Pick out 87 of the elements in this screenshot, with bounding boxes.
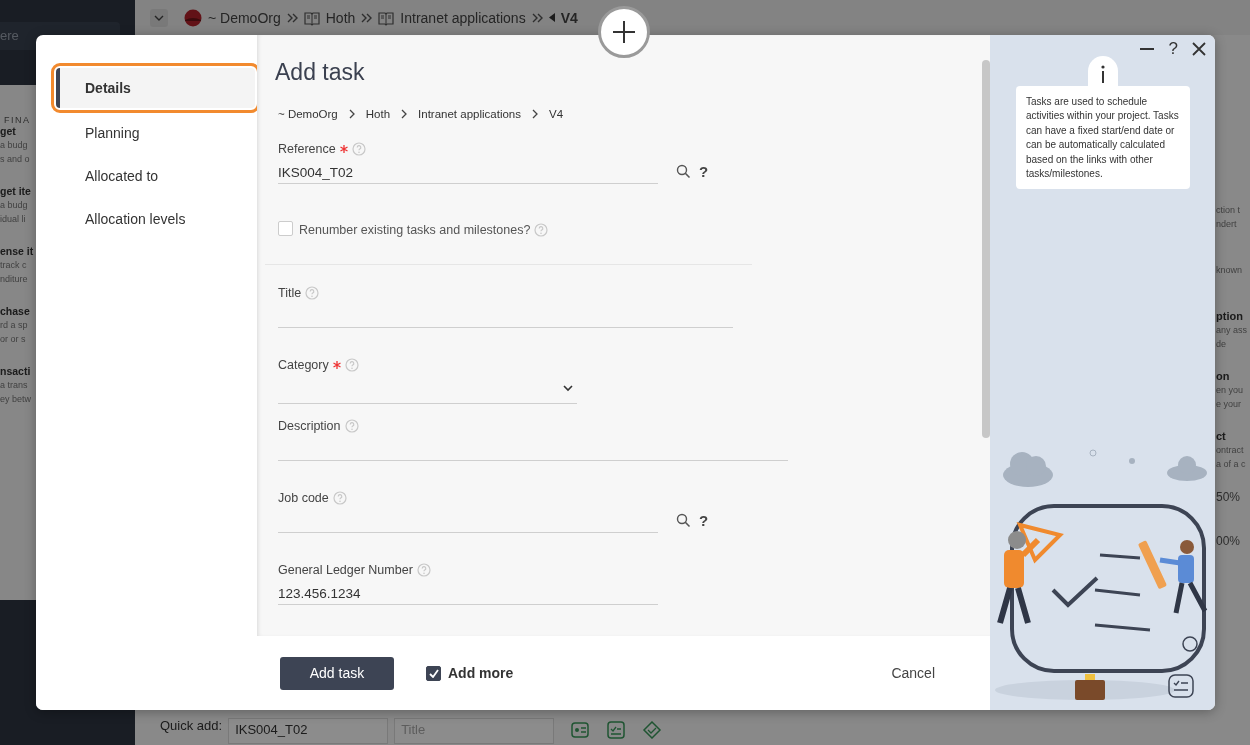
breadcrumb-link[interactable]: V4 <box>549 108 564 120</box>
double-chevron-icon <box>531 12 543 23</box>
menu-item-description: any ass <box>1216 325 1249 337</box>
field-label: Title <box>278 286 302 300</box>
help-icon[interactable] <box>416 563 431 577</box>
plus-icon <box>612 20 636 44</box>
info-icon <box>1100 65 1106 83</box>
help-icon[interactable] <box>332 491 347 505</box>
field-label: General Ledger Number <box>278 563 413 577</box>
chevron-right-icon <box>347 109 356 119</box>
quick-add-label: Quick add: <box>160 718 223 733</box>
caret-left-icon <box>548 13 555 22</box>
help-button[interactable]: ? <box>1168 39 1178 59</box>
menu-item-title[interactable]: ense it <box>0 245 36 260</box>
section-heading: FINA <box>3 115 32 125</box>
checkmark-icon <box>428 668 439 678</box>
menu-item-description: rd a sp <box>0 320 29 332</box>
reference-field[interactable]: IKS004_T02 <box>228 718 389 744</box>
card-icon[interactable] <box>570 721 591 739</box>
dialog-title: Add task <box>275 59 366 87</box>
menu-item-title[interactable]: nsacti <box>0 365 36 380</box>
percent-value: 50% <box>1216 490 1242 506</box>
toggle-button[interactable] <box>150 8 168 27</box>
close-icon <box>1192 42 1206 56</box>
double-chevron-icon <box>361 12 373 23</box>
help-icon[interactable] <box>534 223 549 237</box>
menu-item-title[interactable]: get ite <box>0 185 36 200</box>
menu-item-description: ndert <box>1216 219 1238 231</box>
menu-item-description: idual li <box>0 214 27 226</box>
input-field[interactable]: IKS004_T02 <box>278 158 658 184</box>
help-icon[interactable] <box>344 358 359 372</box>
field-label: Job code <box>278 491 329 505</box>
checklist-button[interactable] <box>1168 674 1194 698</box>
book-icon <box>303 9 320 26</box>
info-text: Tasks are used to schedule activities within your project. Tasks can have a fixed start/end date or can be automatically calculated based on the links with other tasks/milestones. <box>1016 86 1190 190</box>
menu-item-description: ontract <box>1216 445 1245 457</box>
search-icon[interactable] <box>676 163 691 179</box>
search-icon[interactable] <box>676 512 691 528</box>
help-link[interactable]: ? <box>699 511 709 529</box>
menu-item-description: known <box>1216 265 1243 277</box>
breadcrumb-link[interactable]: V4 <box>560 9 578 26</box>
breadcrumb-link[interactable]: Hoth <box>365 108 391 120</box>
checklist-icon[interactable] <box>606 721 627 739</box>
breadcrumb-link[interactable]: ~ DemoOrg <box>208 9 281 26</box>
menu-item-title[interactable]: ct <box>1216 430 1250 445</box>
checklist-icon <box>1168 674 1194 698</box>
percent-value: 00% <box>1216 534 1242 550</box>
menu-item-title[interactable]: on <box>1216 370 1250 385</box>
menu-item-title[interactable]: get <box>0 125 36 140</box>
chevron-right-icon <box>400 109 409 119</box>
double-chevron-icon <box>286 12 298 23</box>
field-label: Reference <box>278 142 336 156</box>
input-field[interactable]: 123.456.1234 <box>278 579 658 605</box>
chevron-right-icon <box>531 109 539 119</box>
help-icon[interactable] <box>344 419 359 433</box>
org-avatar-icon <box>184 8 202 27</box>
breadcrumb-link[interactable]: Intranet applications <box>418 108 521 120</box>
checkbox-label: Add more <box>448 665 514 681</box>
breadcrumb-link[interactable]: ~ DemoOrg <box>278 108 338 120</box>
field-label: Category <box>278 358 329 372</box>
menu-item-description: s and o <box>0 154 31 166</box>
breadcrumb-link[interactable]: Hoth <box>325 9 356 26</box>
help-icon[interactable] <box>305 286 320 300</box>
menu-item-description: de <box>1216 339 1227 351</box>
breadcrumb-link[interactable]: Intranet applications <box>400 9 526 26</box>
nav-tab[interactable]: Allocation levels <box>36 197 257 240</box>
nav-tab[interactable]: Planning <box>36 111 257 154</box>
menu-item-description: or or s <box>0 334 27 346</box>
chevron-down-icon <box>563 385 573 392</box>
nav-tab[interactable]: Allocated to <box>36 154 257 197</box>
add-task-button[interactable]: Add task <box>280 656 394 690</box>
checkbox[interactable] <box>426 665 441 681</box>
close-button[interactable] <box>1192 42 1206 56</box>
menu-item-title[interactable]: chase <box>0 305 36 320</box>
field-label: Description <box>278 419 341 433</box>
menu-item-title[interactable]: ption <box>1216 310 1250 325</box>
checkbox-label: Renumber existing tasks and milestones? <box>299 223 531 237</box>
chevron-down-icon <box>154 14 164 21</box>
menu-item-description: ey betw <box>0 394 33 406</box>
diamond-icon[interactable] <box>642 721 663 739</box>
scrollbar[interactable] <box>982 60 990 438</box>
book-icon <box>378 9 395 26</box>
menu-item-description: ction t <box>1216 205 1241 217</box>
help-link[interactable]: ? <box>699 162 709 180</box>
help-icon[interactable] <box>351 142 366 156</box>
cancel-button[interactable]: Cancel <box>891 665 935 681</box>
menu-item-description: nditure <box>0 274 29 286</box>
